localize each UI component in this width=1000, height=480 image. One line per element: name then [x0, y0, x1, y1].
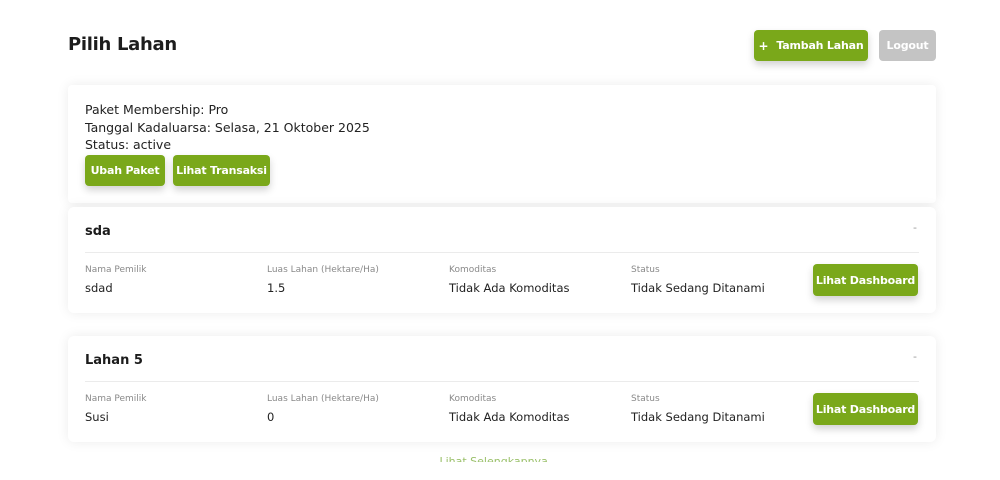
lahan-card: sda - Nama Pemilik sdad Luas Lahan (Hekt… — [68, 207, 936, 313]
membership-actions: Ubah Paket Lihat Transaksi — [85, 154, 919, 186]
field-label: Komoditas — [449, 394, 497, 404]
membership-status: Status: active — [85, 137, 172, 152]
field-value: 0 — [267, 410, 275, 424]
field-value: Tidak Ada Komoditas — [449, 281, 570, 295]
field-label: Nama Pemilik — [85, 394, 147, 404]
field-area: Luas Lahan (Hektare/Ha) 0 — [267, 393, 379, 424]
see-all-link[interactable]: Lihat Selengkapnya ⌄ — [0, 452, 1000, 462]
field-status: Status Tidak Sedang Ditanami — [631, 393, 765, 424]
field-label: Status — [631, 394, 660, 404]
add-lahan-label: Tambah Lahan — [776, 39, 864, 52]
view-dashboard-button[interactable]: Lihat Dashboard — [813, 264, 918, 296]
field-label: Komoditas — [449, 265, 497, 275]
field-value: Tidak Ada Komoditas — [449, 410, 570, 424]
lahan-name: Lahan 5 — [85, 353, 143, 368]
field-label: Status — [631, 265, 660, 275]
lahan-name: sda — [85, 224, 111, 239]
field-value: sdad — [85, 281, 113, 295]
field-owner: Nama Pemilik sdad — [85, 264, 147, 295]
field-status: Status Tidak Sedang Ditanami — [631, 264, 765, 295]
view-transactions-button[interactable]: Lihat Transaksi — [173, 154, 270, 186]
collapse-icon[interactable]: - — [913, 350, 917, 363]
divider — [85, 381, 919, 382]
field-commodity: Komoditas Tidak Ada Komoditas — [449, 264, 569, 295]
field-value: Tidak Sedang Ditanami — [631, 281, 765, 295]
field-area: Luas Lahan (Hektare/Ha) 1.5 — [267, 264, 379, 295]
membership-paket: Paket Membership: Pro — [85, 102, 229, 117]
field-commodity: Komoditas Tidak Ada Komoditas — [449, 393, 569, 424]
add-lahan-button[interactable]: + Tambah Lahan — [754, 30, 868, 61]
lahan-card: Lahan 5 - Nama Pemilik Susi Luas Lahan (… — [68, 336, 936, 442]
field-label: Nama Pemilik — [85, 265, 147, 275]
divider — [85, 252, 919, 253]
plus-icon: + — [758, 38, 769, 53]
logout-button[interactable]: Logout — [879, 30, 936, 61]
membership-card: Paket Membership: Pro Tanggal Kadaluarsa… — [68, 85, 936, 203]
page-title: Pilih Lahan — [68, 34, 177, 55]
field-value: Tidak Sedang Ditanami — [631, 410, 765, 424]
field-owner: Nama Pemilik Susi — [85, 393, 147, 424]
collapse-icon[interactable]: - — [913, 221, 917, 234]
field-value: Susi — [85, 410, 109, 424]
view-dashboard-button[interactable]: Lihat Dashboard — [813, 393, 918, 425]
field-value: 1.5 — [267, 281, 286, 295]
field-label: Luas Lahan (Hektare/Ha) — [267, 394, 379, 404]
change-plan-button[interactable]: Ubah Paket — [85, 154, 165, 186]
field-label: Luas Lahan (Hektare/Ha) — [267, 265, 379, 275]
membership-expiry: Tanggal Kadaluarsa: Selasa, 21 Oktober 2… — [85, 119, 370, 135]
